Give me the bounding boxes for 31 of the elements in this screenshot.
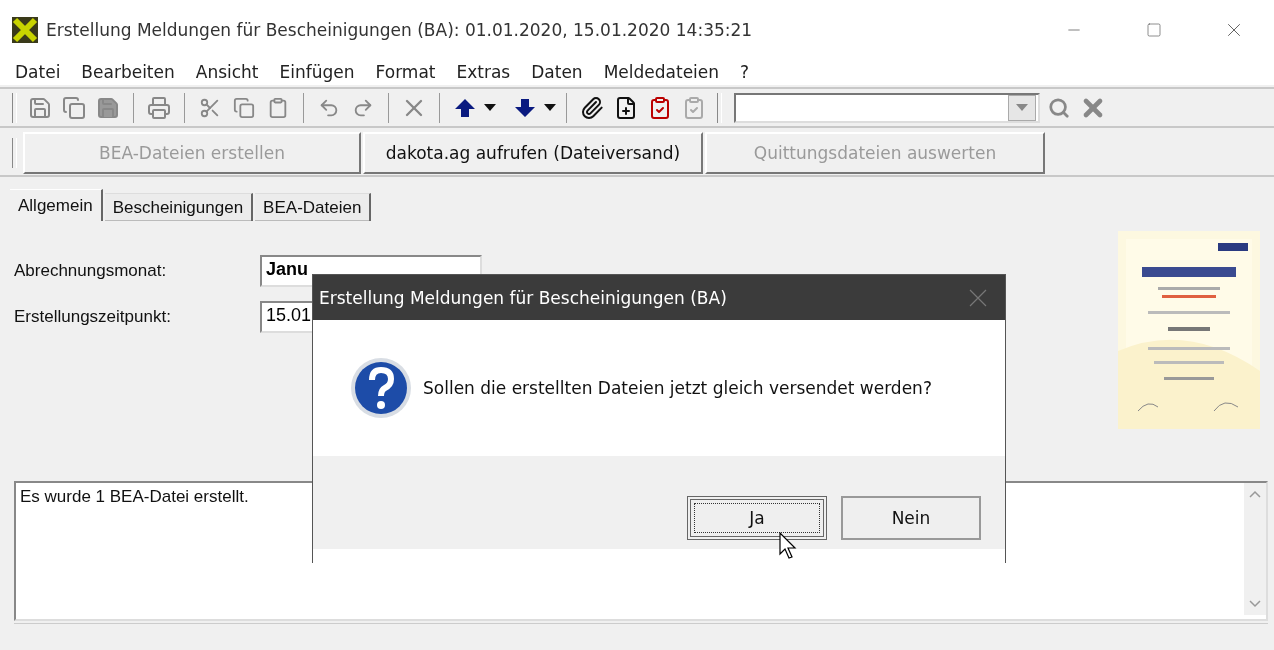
dialog-button[interactable]: Ja [687, 496, 827, 540]
dialog-title: Erstellung Meldungen für Bescheinigungen (BA) [319, 287, 727, 308]
menu-item[interactable]: Datei [6, 62, 73, 83]
app-logo-icon [12, 17, 38, 43]
menu-item[interactable]: ? [731, 62, 762, 83]
action-button[interactable]: dakota.ag aufrufen (Dateiversand) [363, 131, 703, 174]
field-label: Erstellungszeitpunkt: [14, 307, 172, 327]
dialog-message: Sollen die erstellten Dateien jetzt gleich versendet werden? [423, 378, 932, 398]
dialog-button[interactable]: Nein [841, 496, 981, 540]
search-combo-box[interactable] [734, 92, 1040, 123]
close-icon[interactable] [969, 288, 987, 307]
up-arrow-icon[interactable] [454, 97, 476, 118]
tab[interactable]: Bescheinigungen [104, 193, 254, 221]
tab[interactable]: BEA-Dateien [255, 193, 372, 221]
menu-item[interactable]: Bearbeiten [72, 62, 187, 83]
question-icon [349, 356, 413, 420]
menu-item[interactable]: Ansicht [186, 62, 271, 83]
caret-icon[interactable] [484, 103, 496, 112]
menu-item[interactable]: Meldedateien [594, 62, 732, 83]
caret-icon[interactable] [544, 103, 556, 112]
menu-item[interactable]: Daten [522, 62, 595, 83]
menu-item[interactable]: Extras [447, 62, 523, 83]
menu-item[interactable]: Format [366, 62, 448, 83]
down-arrow-icon[interactable] [514, 97, 536, 118]
log-text: Es wurde 1 BEA-Datei erstellt. [19, 486, 250, 508]
menu-item[interactable]: Einfügen [270, 62, 367, 83]
field-label: Abrechnungsmonat: [14, 261, 168, 281]
tab[interactable]: Allgemein [10, 189, 103, 221]
dropdown-arrow-icon[interactable] [1016, 104, 1028, 112]
window-title: Erstellung Meldungen für Bescheinigungen (BA): 01.01.2020, 15.01.2020 14:35:21 [46, 20, 754, 40]
mouse-cursor-icon [779, 532, 799, 560]
